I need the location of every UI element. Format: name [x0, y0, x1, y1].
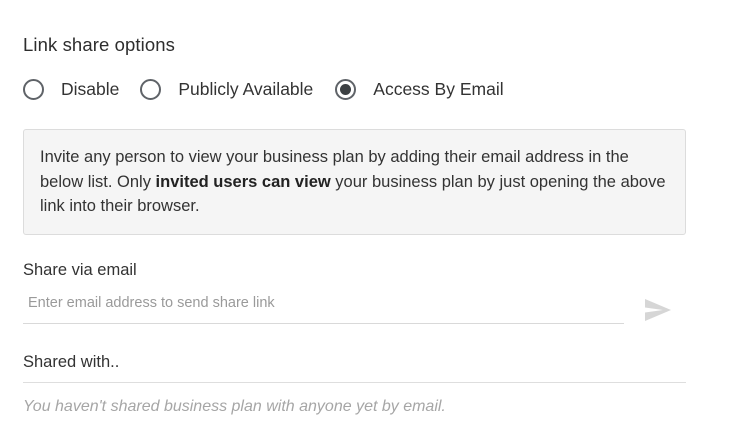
radio-option-access-by-email[interactable]: Access By Email	[335, 79, 504, 100]
email-input[interactable]	[23, 291, 624, 324]
divider	[23, 382, 686, 383]
link-share-radio-group: Disable Publicly Available Access By Ema…	[23, 79, 504, 100]
radio-button-publicly-available[interactable]	[140, 79, 162, 100]
radio-label-access-by-email: Access By Email	[373, 79, 504, 99]
radio-button-disable[interactable]	[23, 79, 44, 100]
radio-option-publicly-available[interactable]: Publicly Available	[140, 79, 313, 100]
radio-label-publicly-available: Publicly Available	[178, 79, 314, 99]
info-text-bold: invited users can view	[155, 172, 331, 191]
info-box: Invite any person to view your business …	[23, 129, 686, 235]
shared-with-label: Shared with..	[23, 353, 120, 371]
send-icon	[643, 296, 675, 324]
section-title: Link share options	[23, 34, 175, 55]
share-via-email-label: Share via email	[23, 261, 137, 279]
send-button[interactable]	[643, 295, 675, 325]
radio-option-disable[interactable]: Disable	[23, 79, 119, 100]
radio-label-disable: Disable	[61, 79, 120, 99]
radio-button-access-by-email[interactable]	[335, 79, 357, 100]
empty-shared-message: You haven't shared business plan with an…	[23, 398, 446, 415]
